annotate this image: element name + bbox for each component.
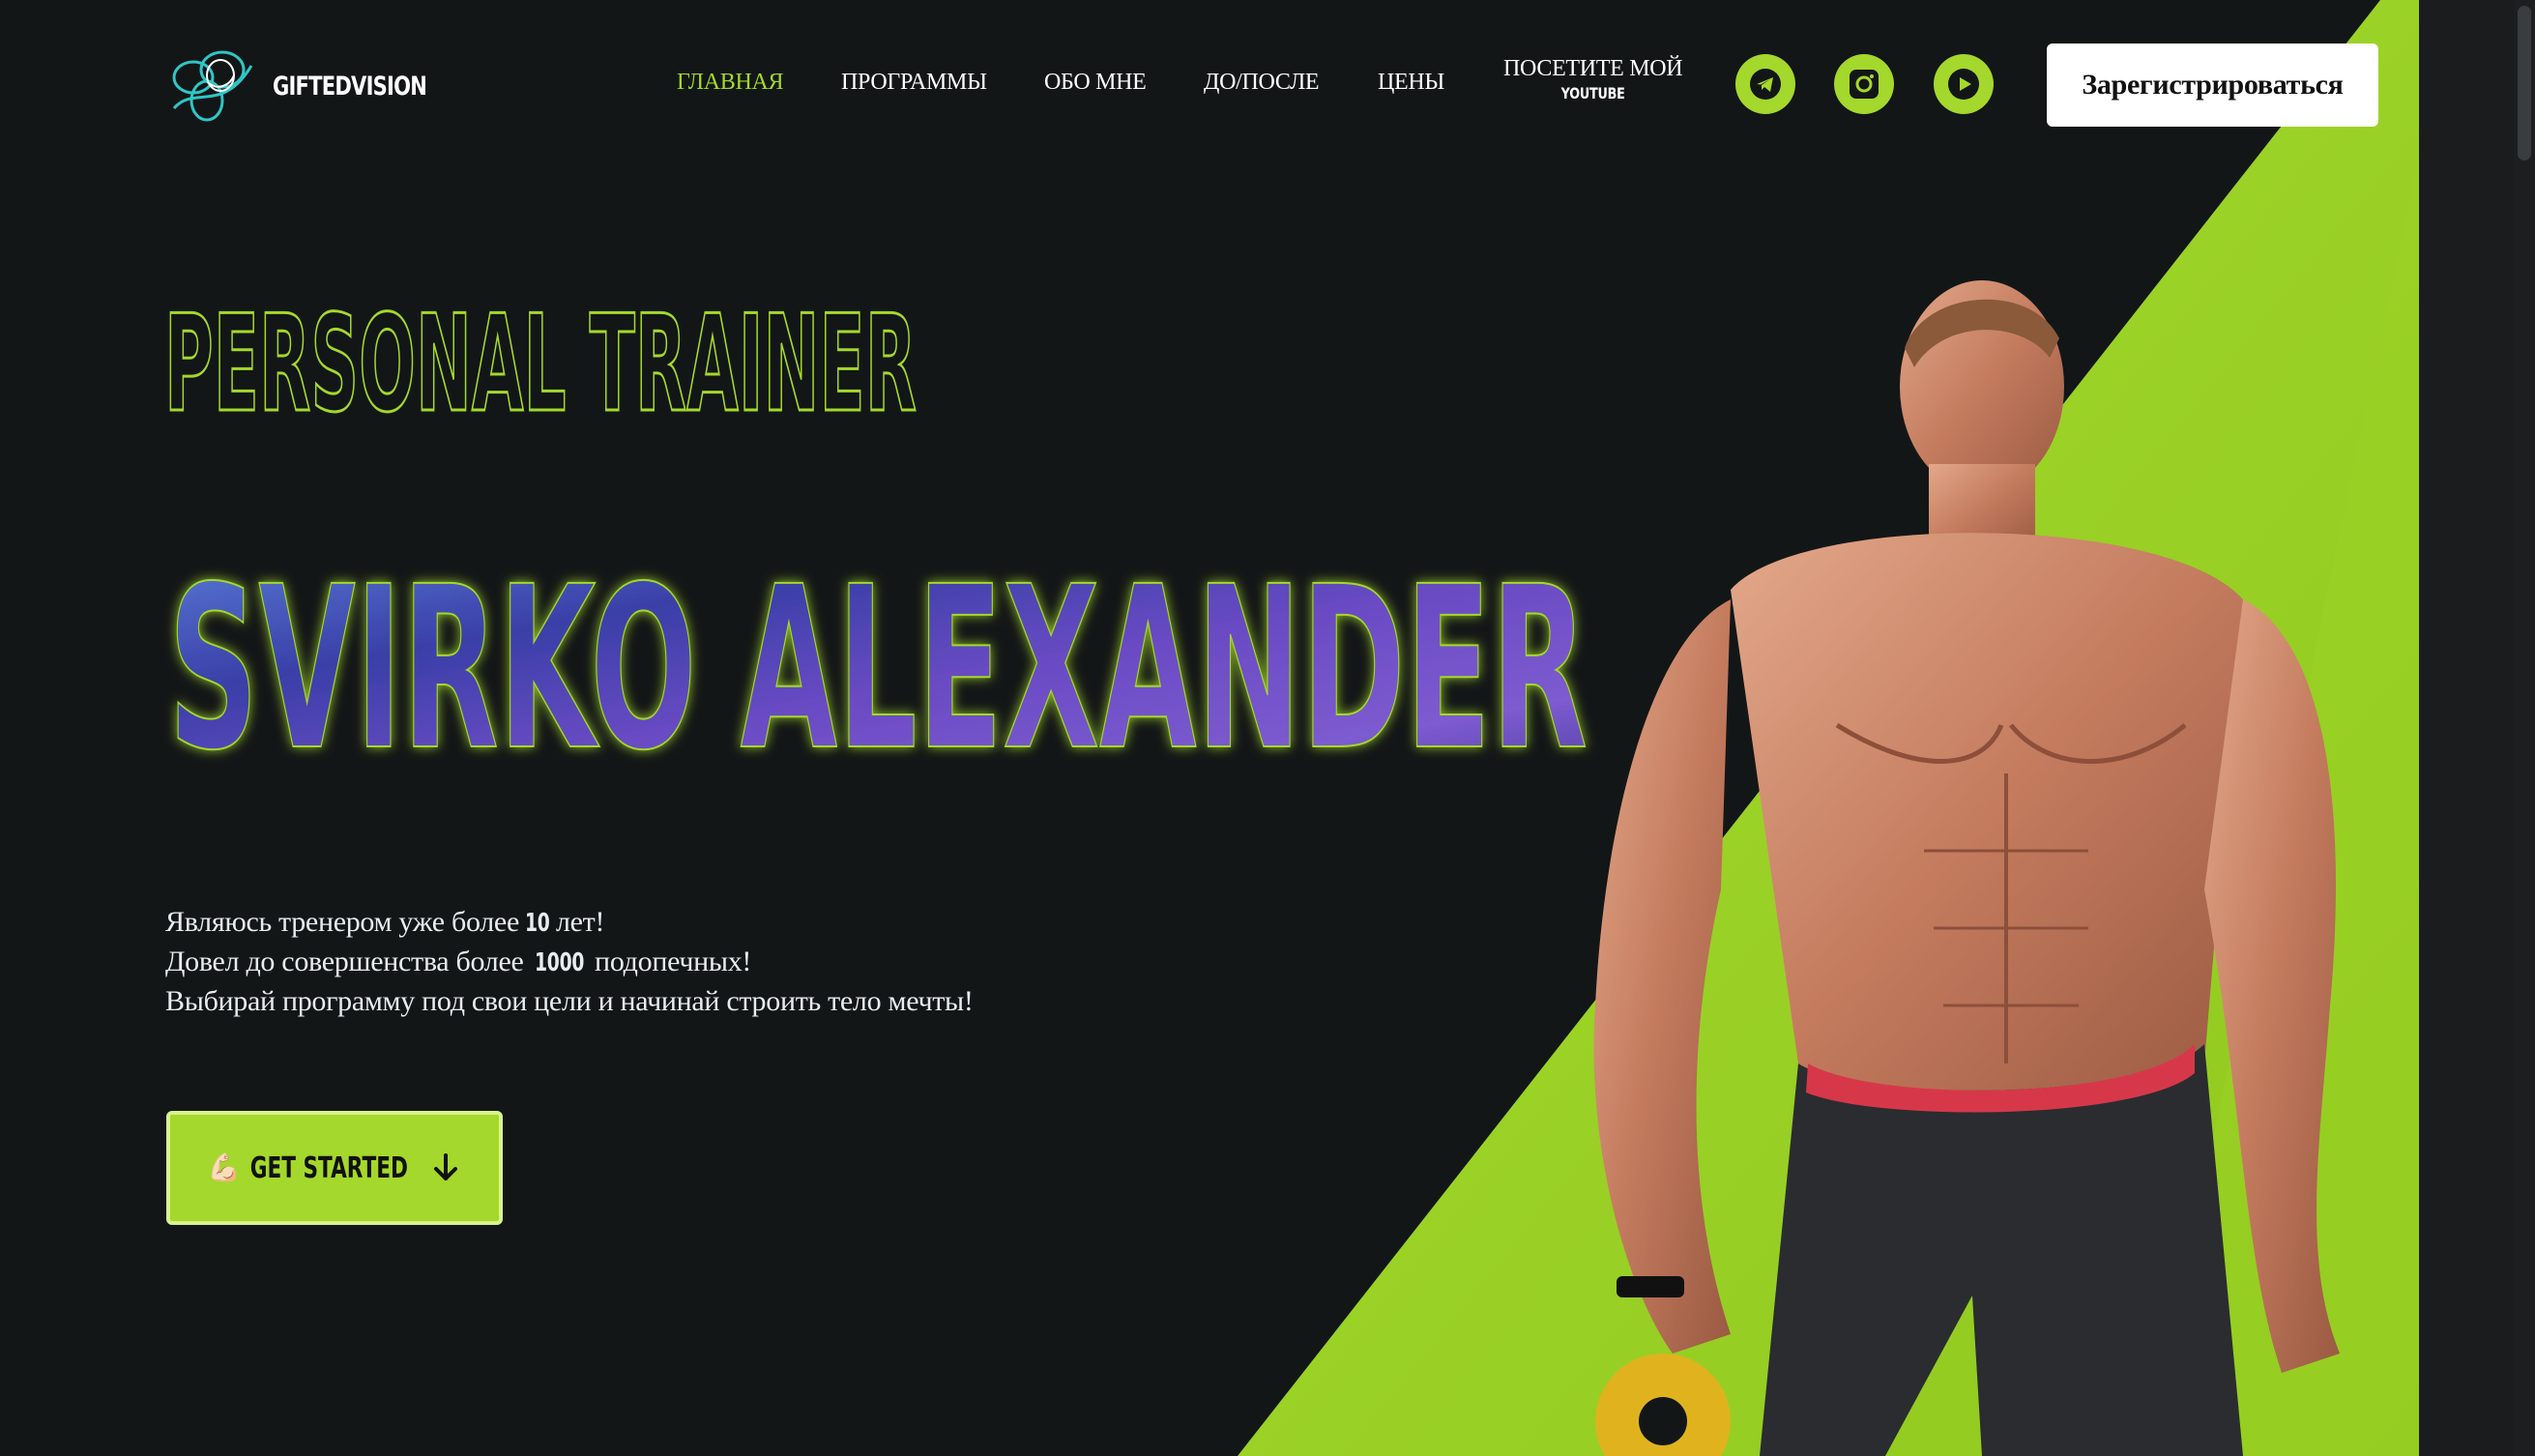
about-line-1: Являюсь тренером уже более 10 лет!	[165, 906, 605, 938]
nav-item-prices[interactable]: ЦЕНЫ	[1378, 70, 1444, 96]
nav-item-about[interactable]: ОБО МНЕ	[1044, 70, 1147, 96]
nav-item-home[interactable]: ГЛАВНАЯ	[677, 70, 784, 96]
page: GIFTEDVISION ГЛАВНАЯ ПРОГРАММЫ ОБО МНЕ Д…	[0, 0, 2535, 1456]
get-started-button[interactable]: 💪🏻 GET STARTED	[166, 1111, 503, 1225]
hero-name-text: SVIRKO ALEXANDER	[168, 541, 1588, 773]
flexed-biceps-icon: 💪🏻	[207, 1153, 242, 1183]
trainer-photo	[1593, 280, 2340, 1456]
hero-about: Являюсь тренером уже более 10 лет! Довел…	[165, 903, 974, 1020]
telegram-icon	[1750, 69, 1781, 100]
nav-item-before-after[interactable]: ДО/ПОСЛЕ	[1204, 70, 1320, 96]
nav-item-programs[interactable]: ПРОГРАММЫ	[841, 70, 987, 96]
page-scrollbar[interactable]	[2514, 0, 2535, 1456]
instagram-button[interactable]	[1834, 54, 1894, 114]
about-line-2: Довел до совершенства более 1000 подопеч…	[165, 946, 752, 977]
get-started-label: GET STARTED	[249, 1150, 409, 1185]
scrollbar-thumb[interactable]	[2518, 6, 2531, 160]
about-line-3: Выбирай программу под свои цели и начина…	[165, 985, 974, 1017]
telegram-button[interactable]	[1735, 54, 1795, 114]
logo-text: GIFTEDVISION	[273, 71, 427, 102]
nav-youtube-line1: ПОСЕТИТЕ МОЙ	[1503, 56, 1683, 81]
hero-subtitle: PERSONAL TRAINER	[164, 296, 918, 422]
hero-subtitle-text: PERSONAL TRAINER	[164, 296, 917, 422]
instagram-icon	[1850, 70, 1879, 99]
youtube-icon	[1948, 69, 1979, 100]
arrow-down-icon	[433, 1153, 457, 1180]
hero-name: SVIRKO ALEXANDER	[167, 541, 1588, 773]
nav-item-youtube[interactable]: ПОСЕТИТЕ МОЙ YOUTUBE	[1503, 56, 1683, 106]
site-logo[interactable]: GIFTEDVISION	[164, 46, 470, 126]
nav-youtube-line2: YOUTUBE	[1560, 84, 1625, 102]
youtube-button[interactable]	[1934, 54, 1994, 114]
register-button[interactable]: Зарегистрироваться	[2047, 44, 2378, 127]
logo-mark-icon	[172, 50, 253, 122]
